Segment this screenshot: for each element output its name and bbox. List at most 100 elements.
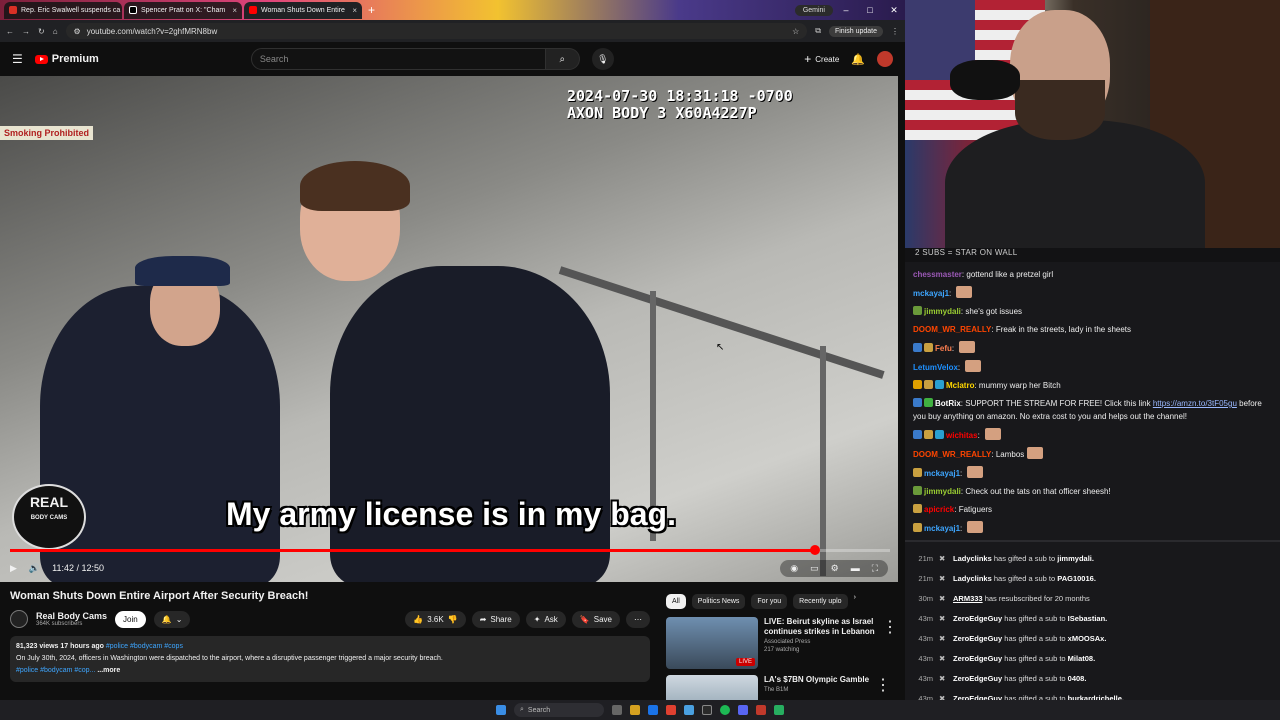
window-close-icon[interactable]: ✕ [883,5,905,16]
back-icon[interactable]: ← [6,27,14,36]
store-icon[interactable] [684,705,694,715]
event-user[interactable]: ARM333 [953,594,983,603]
settings-gear-icon[interactable]: ⚙ [831,563,839,574]
related-video-item[interactable]: LIVE LIVE: Beirut skyline as Israel cont… [666,617,898,669]
chat-username[interactable]: DOOM_WR_REALLY [913,325,991,334]
home-icon[interactable]: ⌂ [53,27,58,36]
event-user[interactable]: ZeroEdgeGuy [953,654,1002,663]
new-tab-button[interactable]: + [368,3,375,17]
scrubber-handle[interactable] [810,545,821,555]
chat-username[interactable]: jimmydali [924,307,961,316]
app-icon[interactable] [756,705,766,715]
video-thumbnail[interactable]: LIVE [666,617,758,669]
taskbar-search[interactable]: ⌕ Search [514,703,604,717]
chat-username[interactable]: mckayaj1 [913,289,949,298]
ask-button[interactable]: ✦ Ask [525,610,566,628]
gemini-button[interactable]: Gemini [794,4,833,16]
more-vert-icon[interactable]: ⋮ [875,675,891,700]
chat-username[interactable]: DOOM_WR_REALLY [913,450,991,459]
youtube-premium-logo[interactable]: Premium [34,53,99,65]
more-actions-button[interactable]: ⋯ [626,610,650,628]
more-vert-icon[interactable]: ⋮ [882,617,898,669]
chevron-right-icon[interactable]: › [854,594,856,609]
search-button[interactable]: ⌕ [545,48,580,70]
event-target[interactable]: ISebastian. [1068,614,1108,623]
extensions-icon[interactable]: ⧉ [815,26,821,36]
event-target[interactable]: Milat08. [1068,654,1096,663]
event-user[interactable]: ZeroEdgeGuy [953,634,1002,643]
create-button[interactable]: + Create [804,52,839,66]
chat-username[interactable]: mckayaj1 [924,469,960,478]
chip-politics-news[interactable]: Politics News [691,594,746,609]
theater-mode-icon[interactable]: ▬ [851,563,860,574]
chat-username[interactable]: mckayaj1 [924,524,960,533]
chat-username[interactable]: LetumVelox [913,363,958,372]
chat-username[interactable]: wichitas [946,431,978,440]
search-input[interactable]: Search [250,48,546,70]
related-video-title[interactable]: LIVE: Beirut skyline as Israel continues… [764,617,876,637]
thumbs-down-icon[interactable]: 👎 [448,615,458,624]
chip-for-you[interactable]: For you [751,594,788,609]
chat-username[interactable]: BotRix [935,399,961,408]
save-button[interactable]: 🔖 Save [571,610,620,628]
app-icon[interactable] [774,705,784,715]
maximize-icon[interactable]: □ [859,5,881,15]
chip-all[interactable]: All [666,594,686,609]
fullscreen-icon[interactable]: ⛶ [872,563,878,574]
hashtags[interactable]: #police #bodycam #cops [106,643,183,650]
menu-kebab-icon[interactable]: ⋮ [891,27,899,36]
chrome-icon[interactable] [666,705,676,715]
url-field[interactable]: ⚙ youtube.com/watch?v=2ghfMRN8bw ☆ [65,23,808,39]
task-view-icon[interactable] [612,705,622,715]
volume-icon[interactable]: 🔊 [29,563,40,574]
chat-username[interactable]: chessmaster [913,270,962,279]
site-info-icon[interactable]: ⚙ [74,27,81,36]
event-user[interactable]: Ladyclinks [953,554,992,563]
event-target[interactable]: PAG10016. [1057,574,1096,583]
hamburger-menu-icon[interactable]: ☰ [12,52,23,66]
discord-icon[interactable] [738,705,748,715]
subscribed-bell-button[interactable]: 🔔 ⌄ [153,610,191,628]
progress-bar[interactable] [10,545,890,555]
video-thumbnail[interactable] [666,675,758,700]
related-video-item[interactable]: LA's $7BN Olympic Gamble The B1M ⋮ [666,675,898,700]
share-button[interactable]: ➦ Share [471,610,520,628]
chat-username[interactable]: Mclatro [946,381,974,390]
chip-recently-uploaded[interactable]: Recently uplo [793,594,848,609]
close-icon[interactable]: × [352,6,357,15]
file-explorer-icon[interactable] [630,705,640,715]
minimize-icon[interactable]: – [835,5,857,15]
description-box[interactable]: 81,323 views 17 hours ago #police #bodyc… [10,636,650,682]
more-link[interactable]: ...more [97,667,120,674]
account-avatar[interactable] [877,51,893,67]
chat-username[interactable]: Fefu [935,344,952,353]
bookmark-star-icon[interactable]: ☆ [792,27,799,36]
play-icon[interactable]: ▶ [10,563,17,574]
tab-youtube-video[interactable]: Woman Shuts Down Entire × [244,1,362,19]
join-button[interactable]: Join [115,610,146,628]
event-target[interactable]: 0408. [1068,674,1087,683]
event-user[interactable]: Ladyclinks [953,574,992,583]
subtitles-icon[interactable]: ▭ [810,563,819,574]
tab-spencer-pratt[interactable]: Spencer Pratt on X: "Cham × [124,1,242,19]
event-user[interactable]: ZeroEdgeGuy [953,614,1002,623]
like-button[interactable]: 👍 3.6K 👎 [405,610,466,628]
channel-avatar[interactable] [10,610,28,628]
tab-swalwell[interactable]: Rep. Eric Swalwell suspends ca× [4,1,122,19]
chat-link[interactable]: https://amzn.to/3tF05gu [1153,399,1237,408]
channel-name[interactable]: Real Body Cams [36,611,107,621]
related-video-title[interactable]: LA's $7BN Olympic Gamble [764,675,869,685]
autoplay-toggle-icon[interactable]: ◉ [790,563,798,574]
finish-update-button[interactable]: Finish update [828,25,883,37]
notifications-bell-icon[interactable]: 🔔 [851,53,865,66]
chat-username[interactable]: apicrick [924,505,954,514]
windows-start-icon[interactable] [496,705,506,715]
spotify-icon[interactable] [720,705,730,715]
tags-truncated[interactable]: #police #bodycam #cop... [16,667,95,674]
event-target[interactable]: xMOOSAx. [1068,634,1107,643]
event-target[interactable]: jimmydali. [1057,554,1094,563]
edge-icon[interactable] [648,705,658,715]
event-user[interactable]: ZeroEdgeGuy [953,674,1002,683]
forward-icon[interactable]: → [22,27,30,36]
obs-icon[interactable] [702,705,712,715]
